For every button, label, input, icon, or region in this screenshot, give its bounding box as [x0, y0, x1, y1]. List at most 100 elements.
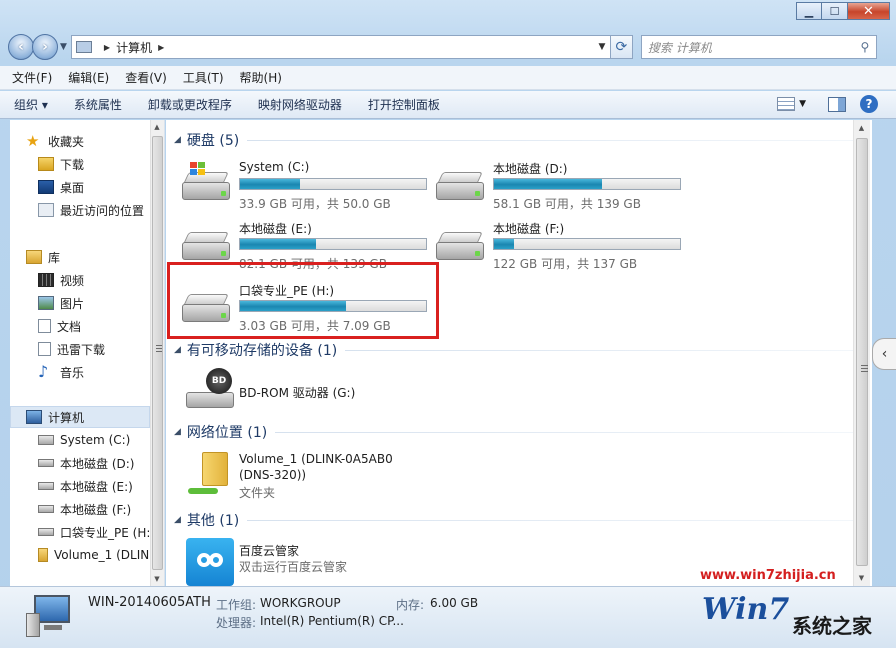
- sidebar-item-desktop[interactable]: 桌面: [38, 176, 84, 198]
- sidebar-computer[interactable]: 计算机: [26, 406, 84, 428]
- usage-bar: [493, 238, 681, 250]
- menu-tools[interactable]: 工具(T): [183, 69, 224, 86]
- group-network[interactable]: ◢ 网络位置 (1): [174, 422, 854, 442]
- organize-button[interactable]: 组织 ▾: [14, 96, 48, 113]
- sidebar-item-drive-f[interactable]: 本地磁盘 (F:): [38, 498, 131, 520]
- sidebar-item-volume1[interactable]: Volume_1 (DLIN: [38, 544, 149, 566]
- map-network-drive-button[interactable]: 映射网络驱动器: [258, 96, 342, 113]
- sidebar-item-downloads[interactable]: 下载: [38, 153, 84, 175]
- search-input[interactable]: 搜索 计算机 ⚲: [640, 35, 877, 59]
- menu-bar: 文件(F) 编辑(E) 查看(V) 工具(T) 帮助(H): [0, 66, 896, 90]
- sidebar-item-pictures[interactable]: 图片: [38, 292, 84, 314]
- refresh-button[interactable]: ⟳: [610, 35, 633, 59]
- hard-drive-icon: [436, 172, 486, 206]
- close-button[interactable]: ✕: [848, 2, 890, 20]
- picture-icon: [38, 296, 54, 310]
- library-icon: [26, 250, 42, 264]
- open-control-panel-button[interactable]: 打开控制面板: [368, 96, 440, 113]
- scroll-down-icon[interactable]: ▼: [151, 575, 163, 583]
- sidebar-item-documents[interactable]: 文档: [38, 315, 81, 337]
- document-icon: [38, 319, 51, 333]
- highlight-annotation-box: [167, 262, 439, 339]
- chevron-left-icon[interactable]: ‹: [872, 338, 896, 370]
- breadcrumb-separator-icon[interactable]: ▶: [158, 43, 164, 52]
- group-removable[interactable]: ◢ 有可移动存储的设备 (1): [174, 340, 854, 360]
- recent-places-icon: [38, 203, 54, 217]
- watermark-url: www.win7zhijia.cn: [700, 568, 836, 583]
- menu-view[interactable]: 查看(V): [125, 69, 167, 86]
- sidebar-item-recent[interactable]: 最近访问的位置: [38, 199, 144, 221]
- collapse-icon[interactable]: ◢: [174, 345, 181, 355]
- content-pane: ◢ 硬盘 (5) System (C:) 33.9 GB 可用，共 50.0 G…: [166, 120, 872, 586]
- caption-buttons: ▁ ☐ ✕: [796, 2, 890, 20]
- collapse-icon[interactable]: ◢: [174, 135, 181, 145]
- sidebar-item-drive-e[interactable]: 本地磁盘 (E:): [38, 475, 133, 497]
- forward-button[interactable]: ›: [32, 34, 58, 60]
- content-scroll-thumb[interactable]: [856, 138, 868, 566]
- sidebar-item-music[interactable]: ♪ 音乐: [38, 361, 84, 383]
- sidebar-item-drive-c[interactable]: System (C:): [38, 429, 130, 451]
- computer-name: WIN-20140605ATH: [88, 595, 211, 610]
- scroll-down-icon[interactable]: ▼: [854, 574, 869, 582]
- drive-item-d[interactable]: 本地磁盘 (D:) 58.1 GB 可用，共 139 GB: [420, 158, 681, 214]
- computer-icon: [75, 41, 92, 53]
- sidebar-scrollbar[interactable]: ▲ ▼: [150, 120, 164, 586]
- command-bar: 组织 ▾ 系统属性 卸载或更改程序 映射网络驱动器 打开控制面板 ▼ ?: [0, 91, 896, 119]
- menu-edit[interactable]: 编辑(E): [68, 69, 109, 86]
- network-volume-item[interactable]: Volume_1 (DLINK-0A5AB0 (DNS-320)) 文件夹: [166, 448, 566, 504]
- preview-pane-icon[interactable]: [828, 96, 846, 112]
- address-bar[interactable]: ▶ 计算机 ▶ ▼: [70, 35, 611, 59]
- download-folder-icon: [38, 157, 54, 171]
- sidebar-item-drive-d[interactable]: 本地磁盘 (D:): [38, 452, 134, 474]
- breadcrumb-separator-icon[interactable]: ▶: [104, 43, 110, 52]
- hard-drive-icon: [38, 528, 54, 536]
- view-dropdown-icon[interactable]: ▼: [799, 99, 806, 109]
- hard-drive-icon: [38, 505, 54, 513]
- network-folder-icon: [38, 548, 48, 562]
- hard-drive-icon: [436, 232, 486, 266]
- computer-icon: [26, 410, 42, 424]
- address-dropdown-icon[interactable]: ▼: [594, 42, 610, 52]
- back-button[interactable]: ‹: [8, 34, 34, 60]
- usage-bar: [239, 238, 427, 250]
- search-icon[interactable]: ⚲: [854, 40, 876, 54]
- scroll-up-icon[interactable]: ▲: [151, 123, 163, 131]
- desktop-icon: [38, 180, 54, 194]
- breadcrumb-computer[interactable]: 计算机: [116, 39, 152, 56]
- drive-item-f[interactable]: 本地磁盘 (F:) 122 GB 可用，共 137 GB: [420, 218, 681, 274]
- minimize-button[interactable]: ▁: [796, 2, 822, 20]
- menu-file[interactable]: 文件(F): [12, 69, 52, 86]
- scroll-up-icon[interactable]: ▲: [854, 124, 869, 132]
- drive-item-c[interactable]: System (C:) 33.9 GB 可用，共 50.0 GB: [166, 158, 427, 214]
- maximize-button[interactable]: ☐: [822, 2, 848, 20]
- music-icon: ♪: [38, 362, 49, 381]
- sidebar-item-drive-h[interactable]: 口袋专业_PE (H:): [38, 521, 155, 543]
- system-properties-button[interactable]: 系统属性: [74, 96, 122, 113]
- uninstall-program-button[interactable]: 卸载或更改程序: [148, 96, 232, 113]
- watermark-logo: Win7 系统之家: [702, 592, 872, 638]
- sidebar-item-xunlei[interactable]: 迅雷下载: [38, 338, 105, 360]
- view-options-icon[interactable]: [777, 97, 796, 111]
- hard-drive-icon: [38, 482, 54, 490]
- navigation-pane: ★ 收藏夹 下载 桌面 最近访问的位置 库 视频 图片 文档 迅雷下载 ♪ 音乐…: [10, 120, 165, 586]
- sidebar-scroll-thumb[interactable]: [152, 136, 163, 570]
- sidebar-item-videos[interactable]: 视频: [38, 269, 84, 291]
- sidebar-favorites[interactable]: ★ 收藏夹: [26, 130, 84, 152]
- help-icon[interactable]: ?: [860, 95, 878, 113]
- usage-bar: [239, 178, 427, 190]
- bd-disc-icon: BD: [206, 368, 232, 394]
- memory-value: 6.00 GB: [430, 596, 479, 610]
- collapse-icon[interactable]: ◢: [174, 427, 181, 437]
- bd-rom-drive-item[interactable]: BD BD-ROM 驱动器 (G:): [166, 366, 566, 416]
- baidu-cloud-item[interactable]: 百度云管家 双击运行百度云管家: [166, 538, 566, 588]
- sidebar-libraries[interactable]: 库: [26, 246, 60, 268]
- collapse-icon[interactable]: ◢: [174, 515, 181, 525]
- hard-drive-icon: [182, 232, 232, 266]
- processor-value: Intel(R) Pentium(R) CP...: [260, 614, 404, 628]
- history-dropdown-icon[interactable]: ▼: [60, 42, 67, 52]
- group-hard-drives[interactable]: ◢ 硬盘 (5): [174, 130, 854, 150]
- group-other[interactable]: ◢ 其他 (1): [174, 510, 854, 530]
- system-drive-icon: [38, 435, 54, 445]
- content-scrollbar[interactable]: ▲ ▼: [853, 120, 870, 586]
- menu-help[interactable]: 帮助(H): [240, 69, 282, 86]
